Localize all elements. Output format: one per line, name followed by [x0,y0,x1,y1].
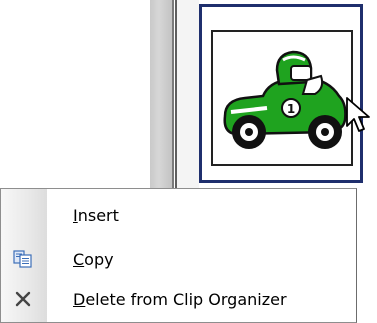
menu-item-delete-from-clip-organizer[interactable]: Delete from Clip Organizer [1,277,356,321]
copy-icon [9,245,37,273]
menu-item-label: Insert [73,205,119,225]
race-car-clipart[interactable]: 1 [211,30,353,166]
content-area [0,0,150,188]
car-number: 1 [287,102,295,116]
results-pane-margin [177,0,199,188]
menu-item-copy[interactable]: Copy [1,237,356,281]
context-menu: Insert Copy Delete from Clip Organizer [0,188,357,323]
mouse-pointer-icon [346,97,370,132]
menu-item-label: Delete from Clip Organizer [73,289,287,309]
delete-icon [9,285,37,313]
menu-item-label: Copy [73,249,114,269]
menu-item-insert[interactable]: Insert [1,193,356,237]
pane-splitter[interactable] [150,0,172,188]
